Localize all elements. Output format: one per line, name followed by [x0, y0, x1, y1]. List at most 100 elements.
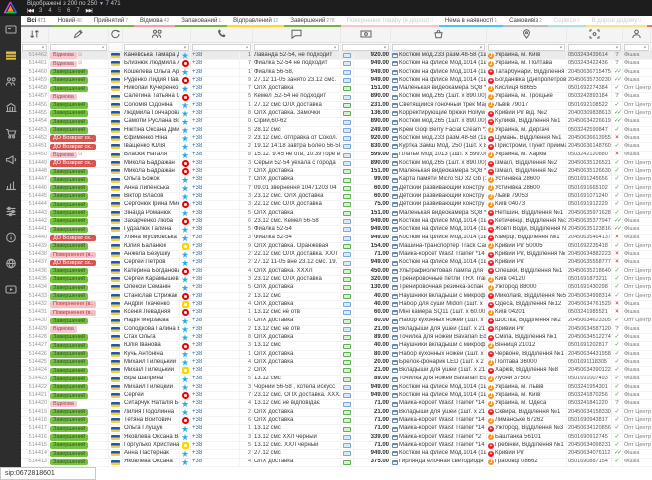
ttn-number[interactable]: 0501692235418 [567, 243, 612, 250]
ttn-number[interactable]: 20450636148760 [567, 143, 612, 150]
client-phone[interactable]: +38 [191, 160, 240, 167]
order-row[interactable]: 514438 Повернення (в.. Анжела Безушку +3… [21, 251, 652, 259]
page-button-4[interactable]: 4 [48, 8, 51, 14]
order-row[interactable]: 514448 Завершений Микола Бадражан +38 7 … [21, 168, 652, 176]
tab-6[interactable]: Завершений278 [284, 16, 340, 27]
page-button-3[interactable]: 3 [39, 8, 42, 14]
page-button-7[interactable]: 7 [76, 8, 79, 14]
ttn-number[interactable]: 20450634226619 [567, 118, 612, 125]
client-phone[interactable]: +38 [191, 284, 240, 291]
client-phone[interactable]: +38 [191, 127, 240, 134]
order-row[interactable]: 514449 ДО Возврат ск.. Микола Бадражан +… [21, 160, 652, 168]
client-phone[interactable]: +38 [191, 135, 240, 142]
client-phone[interactable]: +38 [191, 69, 240, 76]
ttn-number[interactable]: 20450635123816 [567, 226, 612, 233]
order-row[interactable]: 514443 Завершений Зінаїда Романюк +38 5 … [21, 210, 652, 218]
tab-4[interactable]: Запакований1 [175, 16, 227, 27]
order-row[interactable]: 514441 Завершений Гудзалюк Галина +38 5 … [21, 226, 652, 234]
order-row[interactable]: 514422 Завершений Михаил Гилецкий +38 3 … [21, 384, 652, 392]
ttn-number[interactable]: 20450635377947 [567, 218, 612, 225]
client-phone[interactable]: +38 [191, 276, 240, 283]
ttn-number[interactable]: 0501691118305 [567, 359, 612, 366]
order-row[interactable]: 514462 Відмова⊙ Каневська Тамара Дмитрів… [21, 52, 652, 60]
filter-input-payment-sum[interactable]: ▼ [342, 44, 389, 51]
ttn-number[interactable]: 20450634761529 [567, 301, 612, 308]
ttn-number[interactable]: 20450634512274 [567, 334, 612, 341]
ttn-number[interactable]: 0501692274384 [567, 85, 612, 92]
tab-9[interactable]: Самовивіз2 [503, 16, 548, 27]
client-phone[interactable]: +38 [191, 152, 240, 159]
order-row[interactable]: 514417 Завершений Ольга Глущук +38 1 13.… [21, 425, 652, 433]
client-phone[interactable]: +38 [191, 409, 240, 416]
order-row[interactable]: 514444 Завершений Сергонюк Ірина Миколаї… [21, 201, 652, 209]
ttn-number[interactable]: 20400309838613 [567, 110, 612, 117]
client-phone[interactable]: +38 [191, 85, 240, 92]
order-row[interactable]: 514458 Завершений Николай Кучеренко +38 … [21, 85, 652, 93]
filter-input-phone[interactable]: ▼ [192, 44, 251, 51]
client-phone[interactable]: +38 [191, 342, 240, 349]
last-page-button[interactable]: ▶▶| [86, 8, 92, 14]
client-phone[interactable]: +38 [191, 185, 240, 192]
sidebar-settings-sliders-icon[interactable] [0, 198, 21, 224]
ttn-number[interactable]: 20450636613955 [567, 135, 612, 142]
client-phone[interactable]: +38 [191, 301, 240, 308]
client-phone[interactable]: +38 [191, 110, 240, 117]
showing-range-label[interactable]: Відображені з 200 по 250 ▼ 7 471 [27, 1, 121, 7]
client-phone[interactable]: +38 [191, 168, 240, 175]
client-phone[interactable]: +38 [191, 226, 240, 233]
page-button-5[interactable]: 5 [58, 8, 61, 14]
client-phone[interactable]: +38 [191, 318, 240, 325]
order-row[interactable]: 514453 Завершений Нікітіна Оксана Дмитрі… [21, 127, 652, 135]
ttn-number[interactable]: 20450635558777 [567, 259, 612, 266]
client-phone[interactable]: +38 [191, 102, 240, 109]
filter-input-comment[interactable]: ▼ [254, 44, 339, 51]
client-phone[interactable]: +38 [191, 450, 240, 457]
column-header-manager[interactable] [623, 28, 651, 42]
order-row[interactable]: 514426 Завершений Кучь Антоніна +38 1 ОЛ… [21, 351, 652, 359]
ttn-number[interactable]: 0501690943817 [567, 417, 612, 424]
ttn-number[interactable]: 0503241954301 [567, 384, 612, 391]
client-phone[interactable]: +38 [191, 268, 240, 275]
column-header-payment-sum[interactable] [341, 28, 391, 42]
ttn-number[interactable]: 0501691007493 [567, 376, 612, 383]
ttn-number[interactable]: 0503243439614 [567, 52, 612, 59]
tab-11[interactable]: В дорозі додому0 [586, 16, 647, 27]
order-row[interactable]: 514445 Завершений Віктор Власов +38 3 23… [21, 193, 652, 201]
client-phone[interactable]: +38 [191, 243, 240, 250]
filter-input-order-id[interactable]: ▼ [22, 44, 47, 51]
filter-input-products[interactable]: ▼ [392, 44, 485, 51]
client-phone[interactable]: +38 [191, 334, 240, 341]
tab-3[interactable]: Відмова42 [134, 16, 175, 27]
sidebar-purchases-icon[interactable] [0, 120, 21, 146]
order-row[interactable]: 514454 Завершений Самотій Руслана Володи… [21, 118, 652, 126]
order-row[interactable]: 514457 Відмова Салегина Татьяна Сергеевн… [21, 93, 652, 101]
order-row[interactable]: 514446 Завершений Анна Липенська +38 7 0… [21, 185, 652, 193]
column-header-order-id[interactable] [21, 28, 49, 42]
order-row[interactable]: 514436 Завершений Катерина Богданова +38… [21, 268, 652, 276]
client-phone[interactable]: +38 [191, 293, 240, 300]
ttn-number[interactable]: 20450634882223 [567, 251, 612, 258]
client-phone[interactable]: +38 [191, 417, 240, 424]
sidebar-video-tutorials-icon[interactable] [0, 276, 21, 302]
sidebar-integrations-icon[interactable] [0, 250, 21, 276]
client-phone[interactable]: +38 [191, 359, 240, 366]
ttn-number[interactable]: 0501690912745 [567, 434, 612, 441]
ttn-number[interactable]: 0501690887154 [567, 459, 612, 466]
filter-input-delivery-address[interactable]: ▼ [488, 44, 565, 51]
tab-10[interactable]: Сервіси0 [548, 16, 586, 27]
column-header-phone[interactable] [191, 28, 253, 42]
column-header-country[interactable] [109, 28, 123, 42]
order-row[interactable]: 514421 Завершений Сергей +38 7 23.12 смс… [21, 392, 652, 400]
filter-input-manager[interactable]: ▼ [624, 44, 649, 51]
filter-input-status[interactable]: ▼ [50, 44, 107, 51]
client-phone[interactable]: +38 [191, 326, 240, 333]
ttn-number[interactable]: 20450635730230 [567, 77, 612, 84]
ttn-number[interactable]: 0501691912229 [567, 201, 612, 208]
tab-8[interactable]: Нема в наявності1 [439, 16, 503, 27]
order-row[interactable]: 514433 Завершений Станіслав Стрижак +38 … [21, 293, 652, 301]
ttn-number[interactable]: 0501691245656 [567, 176, 612, 183]
sidebar-dashboard-cards-icon[interactable] [0, 16, 21, 42]
tab-5[interactable]: Відправлений12 [227, 16, 284, 27]
order-row[interactable]: 514435 Завершений Сергей Карамышев +38 3… [21, 276, 652, 284]
order-row[interactable]: 514452 ДО Возврат ск.. Єфименко Ніна +38… [21, 135, 652, 143]
